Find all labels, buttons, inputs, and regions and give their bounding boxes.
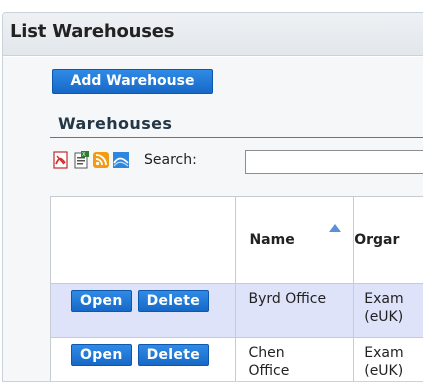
warehouse-name-cell: Chen Office [236, 338, 354, 382]
section-heading: Warehouses [58, 114, 172, 133]
panel-body: Add Warehouse Warehouses [3, 57, 423, 381]
open-button[interactable]: Open [71, 290, 132, 312]
organization-cell: Exam (eUK) [354, 284, 423, 338]
svg-text:X: X [82, 152, 86, 158]
add-warehouse-button[interactable]: Add Warehouse [52, 69, 213, 94]
column-header-name-label: Name [249, 232, 294, 248]
column-header-name[interactable]: Name [236, 197, 354, 284]
list-warehouses-panel: List Warehouses Add Warehouse Warehouses [2, 12, 423, 382]
warehouse-name-cell: Byrd Office [236, 284, 354, 338]
organization-line2: (eUK) [364, 308, 423, 326]
warehouse-name-line1: Byrd Office [248, 290, 353, 308]
section-divider [50, 137, 423, 138]
delete-button[interactable]: Delete [138, 344, 209, 366]
organization-line2: (eUK) [364, 362, 423, 380]
pdf-icon[interactable] [52, 151, 70, 169]
table-row[interactable]: Open Delete Chen Office Exam (eUK) [51, 338, 423, 382]
chart-icon[interactable] [112, 151, 130, 169]
open-button[interactable]: Open [71, 344, 132, 366]
rss-icon[interactable] [92, 151, 110, 169]
panel-title: List Warehouses [3, 13, 423, 56]
sort-ascending-icon [329, 224, 341, 232]
export-csv-icon[interactable]: X [72, 151, 90, 169]
column-header-actions [51, 197, 236, 284]
table-row[interactable]: Open Delete Byrd Office Exam (eUK) [51, 284, 423, 338]
warehouse-name-line1: Chen [248, 344, 353, 362]
search-label: Search: [144, 152, 197, 168]
export-toolbar: X Search: [52, 148, 197, 172]
row-actions: Open Delete [51, 284, 236, 338]
row-actions: Open Delete [51, 338, 236, 382]
warehouse-name-line2: Office [248, 362, 353, 380]
table-header-row: Name Orgar [51, 197, 423, 284]
delete-button[interactable]: Delete [138, 290, 209, 312]
organization-cell: Exam (eUK) [354, 338, 423, 382]
organization-line1: Exam [364, 344, 423, 362]
search-input[interactable] [245, 150, 423, 174]
warehouses-table: Name Orgar Open Delete Byrd Office [50, 196, 423, 382]
organization-line1: Exam [364, 290, 423, 308]
column-header-organization[interactable]: Orgar [354, 197, 423, 284]
